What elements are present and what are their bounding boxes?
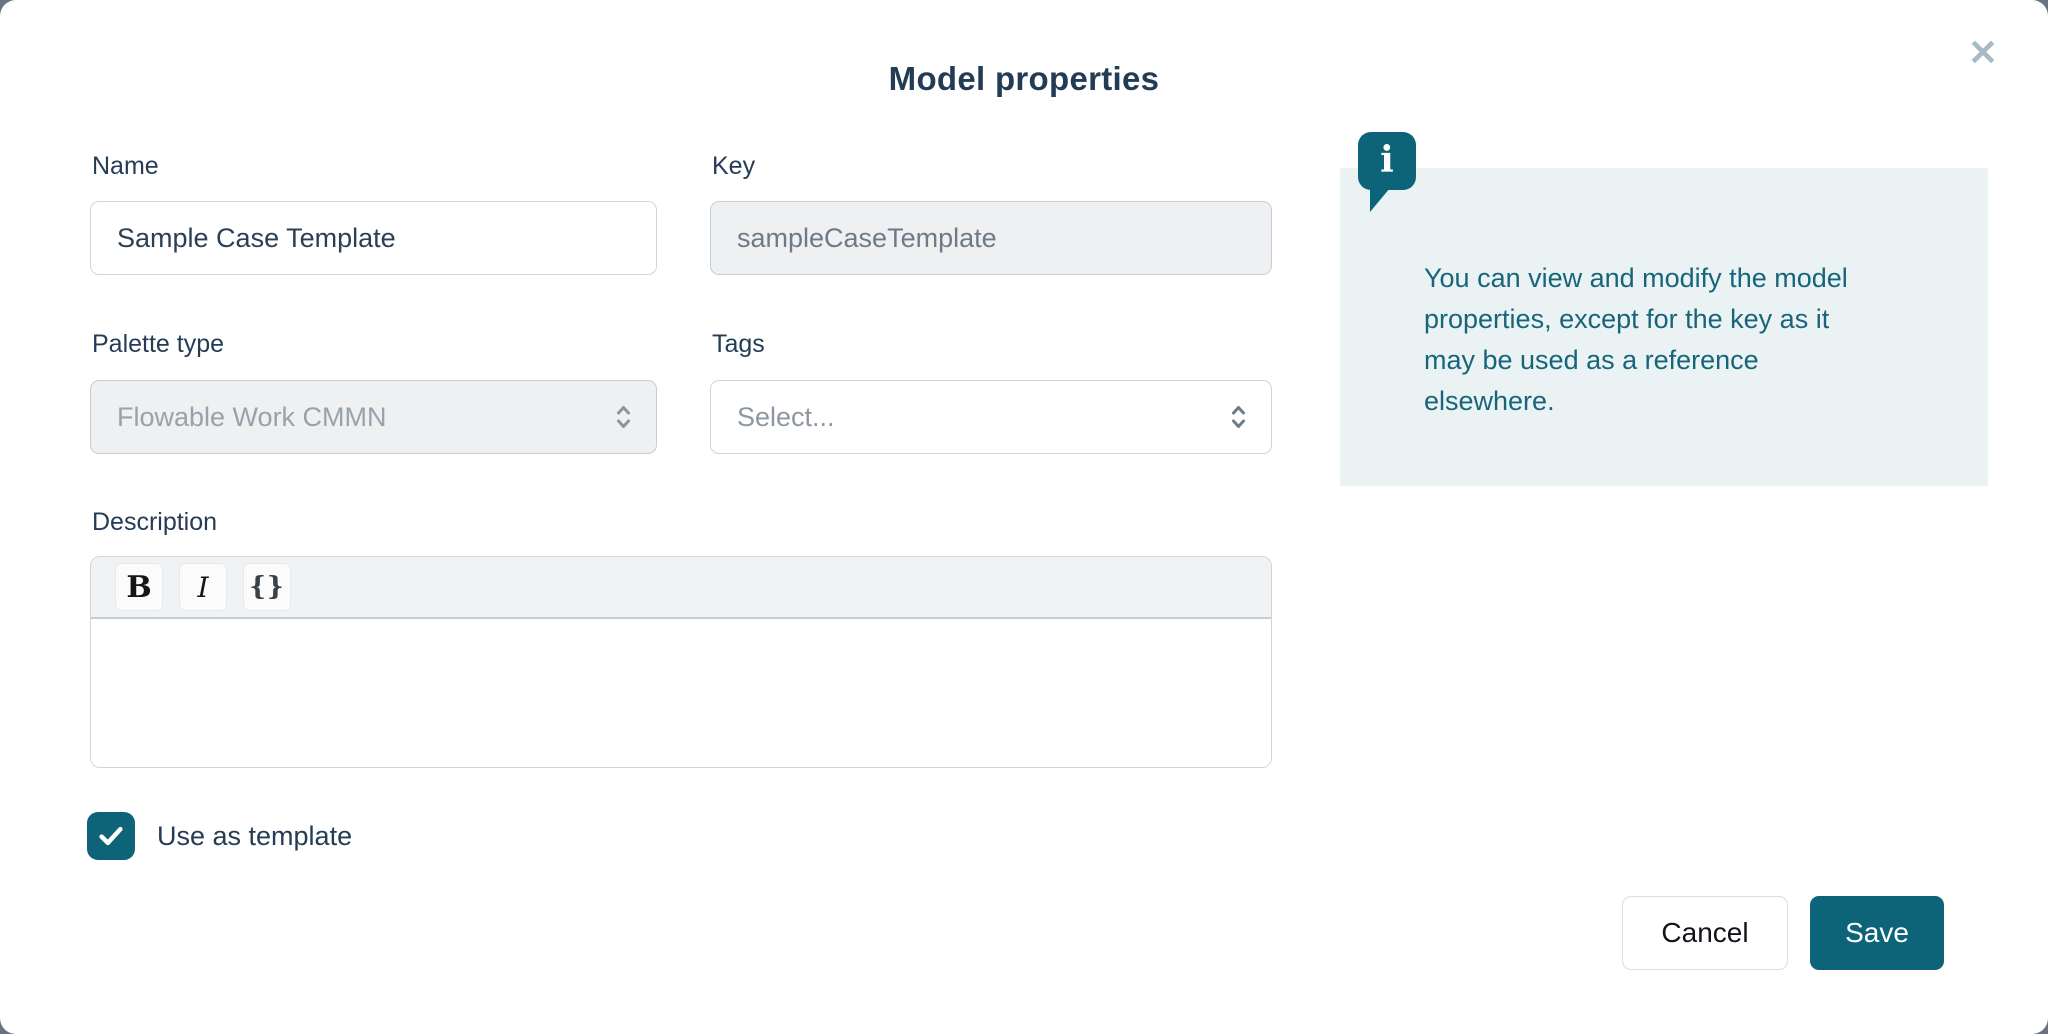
italic-button[interactable]: I [179,563,227,611]
palette-type-label: Palette type [92,330,224,359]
name-label: Name [92,152,159,181]
tags-select[interactable]: Select... [710,380,1272,454]
description-field[interactable] [91,619,1271,767]
select-chevron-icon [615,402,632,432]
info-text: You can view and modify the model proper… [1424,258,1864,422]
description-label: Description [92,508,217,537]
name-field[interactable] [90,201,657,275]
tags-placeholder: Select... [737,402,835,433]
cancel-button[interactable]: Cancel [1622,896,1788,970]
close-icon: ✕ [1968,35,1998,71]
checkmark-icon [96,821,126,851]
use-as-template-checkbox[interactable] [87,812,135,860]
italic-icon: I [197,571,208,604]
close-button[interactable]: ✕ [1956,26,2010,80]
bold-button[interactable]: B [115,563,163,611]
select-chevron-icon [1230,402,1247,432]
info-icon: i [1358,132,1416,190]
description-editor: B I {} [90,556,1272,768]
tags-label: Tags [712,330,765,359]
page-title: Model properties [0,60,2048,98]
palette-type-value: Flowable Work CMMN [117,402,387,433]
use-as-template-label: Use as template [157,821,352,852]
palette-type-select: Flowable Work CMMN [90,380,657,454]
info-panel: You can view and modify the model proper… [1340,168,1988,486]
key-label: Key [712,152,755,181]
use-as-template-checkbox-row[interactable]: Use as template [87,812,352,860]
code-braces-icon: {} [249,572,284,602]
model-properties-dialog: Model properties ✕ Name Key Palette type… [0,0,2048,1034]
code-button[interactable]: {} [243,563,291,611]
bold-icon: B [126,570,151,605]
key-field [710,201,1272,275]
save-button[interactable]: Save [1810,896,1944,970]
description-toolbar: B I {} [91,557,1271,619]
